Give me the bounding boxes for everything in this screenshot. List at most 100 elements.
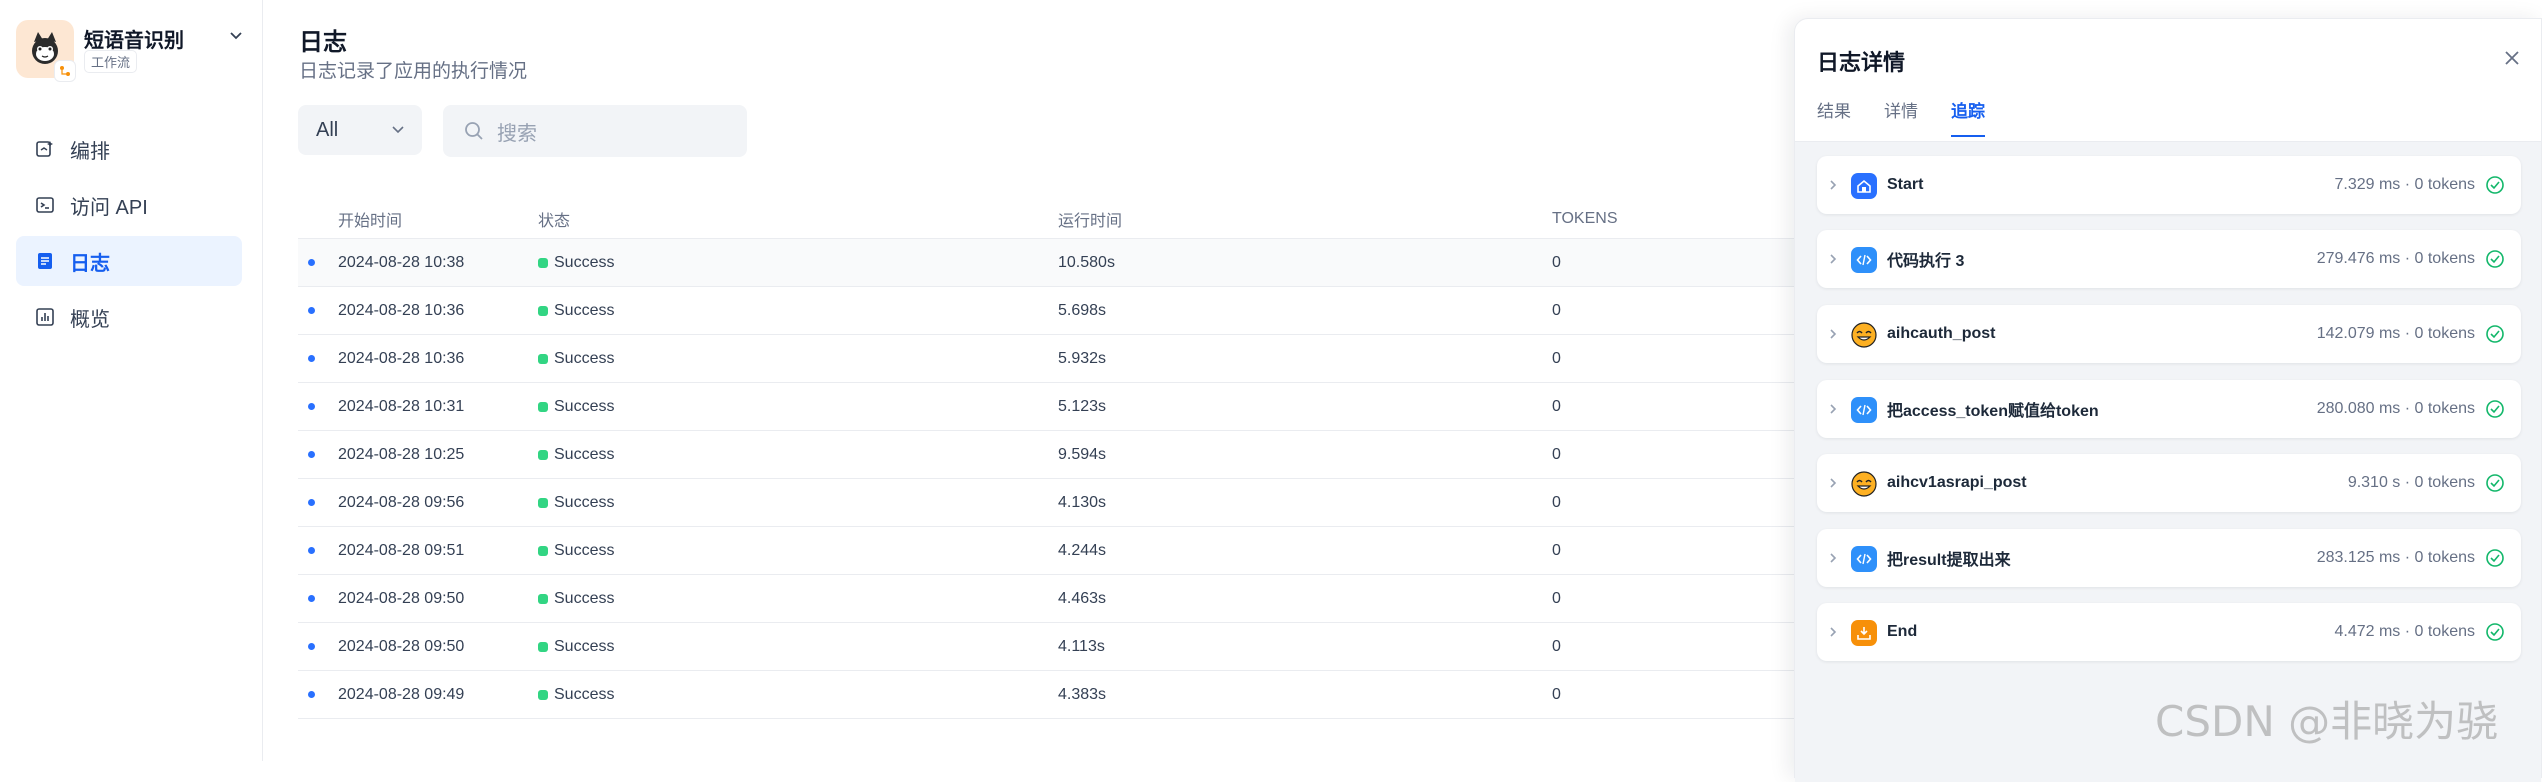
column-header-tokens[interactable]: TOKENS xyxy=(1552,200,1618,238)
tab-detail[interactable]: 详情 xyxy=(1884,97,1918,137)
chevron-down-icon[interactable] xyxy=(226,26,246,46)
status-cell: Success xyxy=(538,575,614,622)
table-row[interactable]: 2024-08-28 09:56 Success 4.130s 0 xyxy=(298,479,1858,527)
start-time-cell: 2024-08-28 10:36 xyxy=(338,301,465,319)
table-row[interactable]: 2024-08-28 09:51 Success 4.244s 0 xyxy=(298,527,1858,575)
check-circle-icon xyxy=(2486,474,2504,492)
unread-dot xyxy=(308,239,315,286)
chevron-right-icon[interactable] xyxy=(1827,252,1839,266)
chevron-right-icon[interactable] xyxy=(1827,178,1839,192)
runtime-cell: 4.383s xyxy=(1058,685,1107,703)
page-title: 日志 xyxy=(299,29,347,56)
chevron-right-icon[interactable] xyxy=(1827,476,1839,490)
chevron-right-icon[interactable] xyxy=(1827,551,1839,565)
node-name: End xyxy=(1887,623,1918,640)
chevron-down-icon xyxy=(392,126,404,134)
trace-list: Start 7.329 ms · 0 tokens 代码执行 3 279.476 ms… xyxy=(1795,141,2541,782)
table-row[interactable]: 2024-08-28 10:25 Success 9.594s 0 xyxy=(298,431,1858,479)
table-row[interactable]: 2024-08-28 10:31 Success 5.123s 0 xyxy=(298,383,1858,431)
sidebar-item-label: 日志 xyxy=(70,252,110,275)
filter-value: All xyxy=(316,118,339,141)
tab-tracing[interactable]: 追踪 xyxy=(1951,97,1985,137)
node-name: 把result提取出来 xyxy=(1887,552,2011,569)
start-time-cell: 2024-08-28 10:38 xyxy=(338,253,465,271)
unread-dot xyxy=(308,527,315,574)
table-row[interactable]: 2024-08-28 09:50 Success 4.463s 0 xyxy=(298,575,1858,623)
status-filter-select[interactable]: All xyxy=(298,105,422,155)
trace-node[interactable]: Start 7.329 ms · 0 tokens xyxy=(1817,156,2521,214)
status-cell: Success xyxy=(538,527,614,574)
start-time-cell: 2024-08-28 09:49 xyxy=(338,685,465,703)
success-indicator-icon xyxy=(538,257,548,268)
sidebar-item-label: 概览 xyxy=(70,308,110,331)
node-metrics: 9.310 s · 0 tokens xyxy=(2347,474,2475,491)
table-row[interactable]: 2024-08-28 10:36 Success 5.932s 0 xyxy=(298,335,1858,383)
runtime-cell: 10.580s xyxy=(1058,253,1115,271)
column-header-runtime[interactable]: 运行时间 xyxy=(1058,200,1122,238)
tokens-cell: 0 xyxy=(1552,349,1561,367)
trace-node[interactable]: 代码执行 3 279.476 ms · 0 tokens xyxy=(1817,230,2521,288)
trace-node[interactable]: aihcv1asrapi_post 9.310 s · 0 tokens xyxy=(1817,454,2521,512)
table-row[interactable]: 2024-08-28 10:36 Success 5.698s 0 xyxy=(298,287,1858,335)
sidebar-nav: 编排 访问 API 日志 概览 xyxy=(16,124,242,348)
status-text: Success xyxy=(554,445,615,463)
table-row[interactable]: 2024-08-28 09:50 Success 4.113s 0 xyxy=(298,623,1858,671)
node-metrics: 7.329 ms · 0 tokens xyxy=(2334,176,2475,193)
start-time-cell: 2024-08-28 10:36 xyxy=(338,349,465,367)
check-circle-icon xyxy=(2486,400,2504,418)
tokens-cell: 0 xyxy=(1552,589,1561,607)
log-detail-panel: 日志详情 结果 详情 追踪 Start 7.329 ms · 0 tokens 代码… xyxy=(1794,18,2542,782)
table-row[interactable]: 2024-08-28 10:38 Success 10.580s 0 xyxy=(298,239,1858,287)
tokens-cell: 0 xyxy=(1552,541,1561,559)
sidebar-item-api[interactable]: 访问 API xyxy=(16,180,242,230)
status-text: Success xyxy=(554,589,615,607)
sidebar-item-overview[interactable]: 概览 xyxy=(16,292,242,342)
runtime-cell: 4.113s xyxy=(1058,637,1105,655)
table-row[interactable]: 2024-08-28 09:49 Success 4.383s 0 xyxy=(298,671,1858,719)
app-type-badge: 工作流 xyxy=(84,50,138,73)
start-time-cell: 2024-08-28 09:51 xyxy=(338,541,465,559)
node-name: aihcauth_post xyxy=(1887,325,1996,342)
start-time-cell: 2024-08-28 10:31 xyxy=(338,397,465,415)
runtime-cell: 4.130s xyxy=(1058,493,1107,511)
home-icon xyxy=(1851,173,1877,199)
status-cell: Success xyxy=(538,335,614,382)
sidebar-item-label: 编排 xyxy=(70,140,110,163)
log-table: 开始时间 状态 运行时间 TOKENS 2024-08-28 10:38 Succ… xyxy=(298,200,1858,719)
start-time-cell: 2024-08-28 09:56 xyxy=(338,493,465,511)
tokens-cell: 0 xyxy=(1552,637,1561,655)
node-name: aihcv1asrapi_post xyxy=(1887,474,2027,491)
tokens-cell: 0 xyxy=(1552,397,1561,415)
orchestrate-icon xyxy=(34,138,56,160)
column-header-status[interactable]: 状态 xyxy=(538,200,570,238)
status-text: Success xyxy=(554,685,615,703)
chevron-right-icon[interactable] xyxy=(1827,625,1839,639)
log-icon xyxy=(34,250,56,272)
status-text: Success xyxy=(554,637,615,655)
search-placeholder: 搜索 xyxy=(497,122,537,145)
success-indicator-icon xyxy=(538,641,548,652)
unread-dot xyxy=(308,671,315,718)
close-icon[interactable] xyxy=(2501,47,2523,69)
chevron-right-icon[interactable] xyxy=(1827,327,1839,341)
sidebar-item-logs[interactable]: 日志 xyxy=(16,236,242,286)
trace-node[interactable]: aihcauth_post 142.079 ms · 0 tokens xyxy=(1817,305,2521,363)
start-time-cell: 2024-08-28 10:25 xyxy=(338,445,465,463)
trace-node[interactable]: End 4.472 ms · 0 tokens xyxy=(1817,603,2521,661)
tab-result[interactable]: 结果 xyxy=(1817,97,1851,137)
status-text: Success xyxy=(554,253,615,271)
check-circle-icon xyxy=(2486,623,2504,641)
trace-node[interactable]: 把access_token赋值给token 280.080 ms · 0 toke… xyxy=(1817,380,2521,438)
sidebar-item-orchestrate[interactable]: 编排 xyxy=(16,124,242,174)
trace-node[interactable]: 把result提取出来 283.125 ms · 0 tokens xyxy=(1817,529,2521,587)
check-circle-icon xyxy=(2486,325,2504,343)
status-cell: Success xyxy=(538,239,614,286)
search-input[interactable]: 搜索 xyxy=(443,105,747,157)
chevron-right-icon[interactable] xyxy=(1827,402,1839,416)
app-switcher[interactable]: 短语音识别 工作流 xyxy=(16,20,246,82)
tokens-cell: 0 xyxy=(1552,493,1561,511)
success-indicator-icon xyxy=(538,593,548,604)
success-indicator-icon xyxy=(538,353,548,364)
app-name: 短语音识别 xyxy=(84,30,184,52)
column-header-start-time[interactable]: 开始时间 xyxy=(338,200,402,238)
